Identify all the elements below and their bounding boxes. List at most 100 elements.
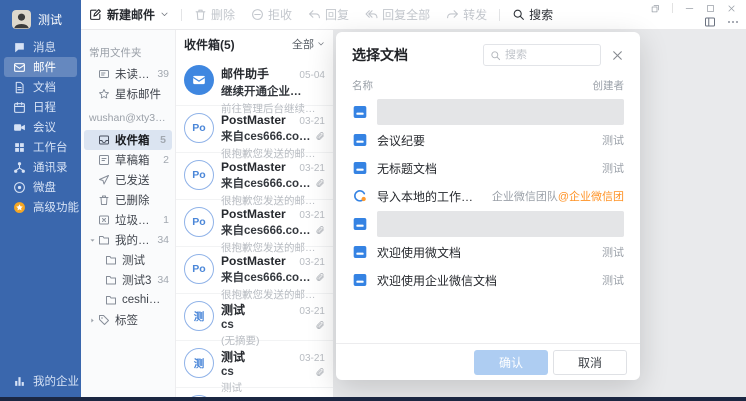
reply-icon <box>308 8 321 21</box>
window-control[interactable] <box>672 3 673 13</box>
window-control[interactable] <box>706 4 715 13</box>
paperclip-icon <box>315 178 325 188</box>
cancel-button[interactable]: 取消 <box>553 350 627 375</box>
sidebar-item[interactable]: 高级功能 <box>4 197 77 217</box>
window-control[interactable] <box>727 4 736 13</box>
toolbar-action-label: 拒收 <box>268 6 292 23</box>
email-date: 03-21 <box>299 163 325 174</box>
toolbar-action[interactable]: 回复全部 <box>365 6 430 23</box>
folder-item[interactable]: 收件箱 5 <box>84 130 172 150</box>
search-icon <box>512 8 525 21</box>
toolbar-actions: 删除 拒收 回复 回复全部 转发 <box>194 6 487 23</box>
sidebar-item[interactable]: 消息 <box>4 37 77 57</box>
document-search-input[interactable] <box>505 49 594 61</box>
folder-item[interactable]: 测试3 34 <box>81 270 175 290</box>
toolbar-action[interactable]: 拒收 <box>251 6 292 23</box>
document-row[interactable]: 无标题文档 测试 <box>352 155 624 181</box>
folder-item[interactable]: wushan@xty321.w... <box>81 106 175 130</box>
search-icon <box>490 50 501 61</box>
document-search-box <box>483 44 601 66</box>
sidebar-item[interactable]: 微盘 <box>4 177 77 197</box>
email-sender: 测试 <box>221 348 295 365</box>
folder-item[interactable]: 垃圾邮件 1 <box>81 210 175 230</box>
chevron-down-icon <box>317 40 325 48</box>
folder-icon <box>105 274 117 286</box>
folder-label: 标签 <box>115 312 166 328</box>
window-control[interactable] <box>651 4 660 13</box>
sidebar-item[interactable]: 邮件 <box>4 57 77 77</box>
document-row[interactable] <box>352 211 624 237</box>
draft-icon <box>98 154 110 166</box>
email-list-item[interactable]: Po PostMaster 03-21 来自ces666.com的退信 很抱歉您… <box>176 152 333 199</box>
email-list-item[interactable]: Po PostMaster 03-21 来自ces666.com的退信 很抱歉您… <box>176 246 333 293</box>
document-row[interactable]: 欢迎使用企业微信文档 测试 <box>352 267 624 293</box>
folder-item[interactable]: 标签 <box>81 310 175 330</box>
email-sender: 邮件助手 <box>221 65 295 82</box>
caret-down-icon <box>89 237 96 244</box>
window-control[interactable] <box>685 4 694 13</box>
dialog-footer: 确认 取消 <box>336 343 640 380</box>
email-list-item[interactable]: Po PostMaster 03-21 来自ces666.com的退信 很抱歉您… <box>176 199 333 246</box>
sidebar-item-label: 工作台 <box>33 139 68 155</box>
toolbar-action[interactable]: 回复 <box>308 6 349 23</box>
trash-icon <box>98 194 110 206</box>
compose-label: 新建邮件 <box>107 6 155 23</box>
email-date: 03-21 <box>299 353 325 364</box>
folder-item[interactable]: 常用文件夹 <box>81 40 175 64</box>
sidebar-item[interactable]: 文档 <box>4 77 77 97</box>
document-row[interactable] <box>352 99 624 125</box>
search-button[interactable]: 搜索 <box>512 6 553 23</box>
document-row[interactable]: 导入本地的工作文档 企业微信团队@企业微信团 <box>352 183 624 209</box>
document-row[interactable]: 欢迎使用微文档 测试 <box>352 239 624 265</box>
paperclip-icon <box>315 131 325 141</box>
select-document-dialog: 选择文档 名称 创建者 会议纪要 测试 无标题文档 测试 导入本地的工作文档 企… <box>336 32 640 380</box>
folder-label: 已发送 <box>115 172 166 188</box>
spam-icon <box>98 214 110 226</box>
folder-item[interactable]: 测试 <box>81 250 175 270</box>
window-control[interactable] <box>704 16 716 28</box>
email-subject: 来自ces666.com的退信 <box>221 269 311 285</box>
my-company-label: 我的企业 <box>33 373 79 389</box>
doc-file-icon <box>352 160 368 176</box>
document-name: 会议纪要 <box>377 132 593 149</box>
email-list-item[interactable]: 测 测试 03-21 cs 测试 <box>176 340 333 387</box>
document-row[interactable]: 会议纪要 测试 <box>352 127 624 153</box>
toolbar-action[interactable]: 转发 <box>446 6 487 23</box>
email-sender: PostMaster <box>221 207 295 221</box>
folder-item[interactable]: 星标邮件 <box>81 84 175 104</box>
close-icon[interactable] <box>611 49 624 62</box>
document-creator: 测试 <box>602 272 624 288</box>
premium-icon <box>13 201 26 214</box>
filter-dropdown[interactable]: 全部 <box>292 36 325 52</box>
layout-icon <box>704 16 716 28</box>
folder-item[interactable]: 未读邮件 39 <box>81 64 175 84</box>
compose-button[interactable]: 新建邮件 <box>89 6 169 23</box>
trash-icon <box>194 8 207 21</box>
window-control[interactable] <box>727 16 739 28</box>
doc-icon <box>13 81 26 94</box>
sidebar-item[interactable]: 通讯录 <box>4 157 77 177</box>
avatar <box>12 10 31 29</box>
toolbar-action[interactable]: 删除 <box>194 6 235 23</box>
folder-item[interactable]: 已发送 <box>81 170 175 190</box>
confirm-button[interactable]: 确认 <box>474 350 548 375</box>
document-list: 会议纪要 测试 无标题文档 测试 导入本地的工作文档 企业微信团队@企业微信团 … <box>336 99 640 295</box>
folder-item[interactable]: 草稿箱 2 <box>81 150 175 170</box>
folder-item[interactable]: 我的文件夹 34 <box>81 230 175 250</box>
email-sender: PostMaster <box>221 160 295 174</box>
folder-count: 34 <box>157 274 169 286</box>
email-date: 03-21 <box>299 306 325 317</box>
user-profile[interactable]: 测试 <box>0 0 81 37</box>
document-name: 无标题文档 <box>377 160 593 177</box>
sidebar-item[interactable]: 工作台 <box>4 137 77 157</box>
folder-item[interactable]: ceshishanch... <box>81 290 175 310</box>
sidebar-item[interactable]: 日程 <box>4 97 77 117</box>
email-list-item[interactable]: 邮件助手 05-04 继续开通企业微信邮箱服务 前往管理后台继续开通 <box>176 58 333 105</box>
sidebar-item-my-company[interactable]: 我的企业 <box>0 373 81 389</box>
email-list-item[interactable]: Po PostMaster 03-21 来自ces666.com的退信 很抱歉您… <box>176 105 333 152</box>
folder-item[interactable]: 已删除 <box>81 190 175 210</box>
sidebar-item-label: 微盘 <box>33 179 56 195</box>
sidebar-item[interactable]: 会议 <box>4 117 77 137</box>
email-list-item[interactable]: 测 测试 03-21 cs (无摘要) <box>176 293 333 340</box>
chat-icon <box>13 41 26 54</box>
